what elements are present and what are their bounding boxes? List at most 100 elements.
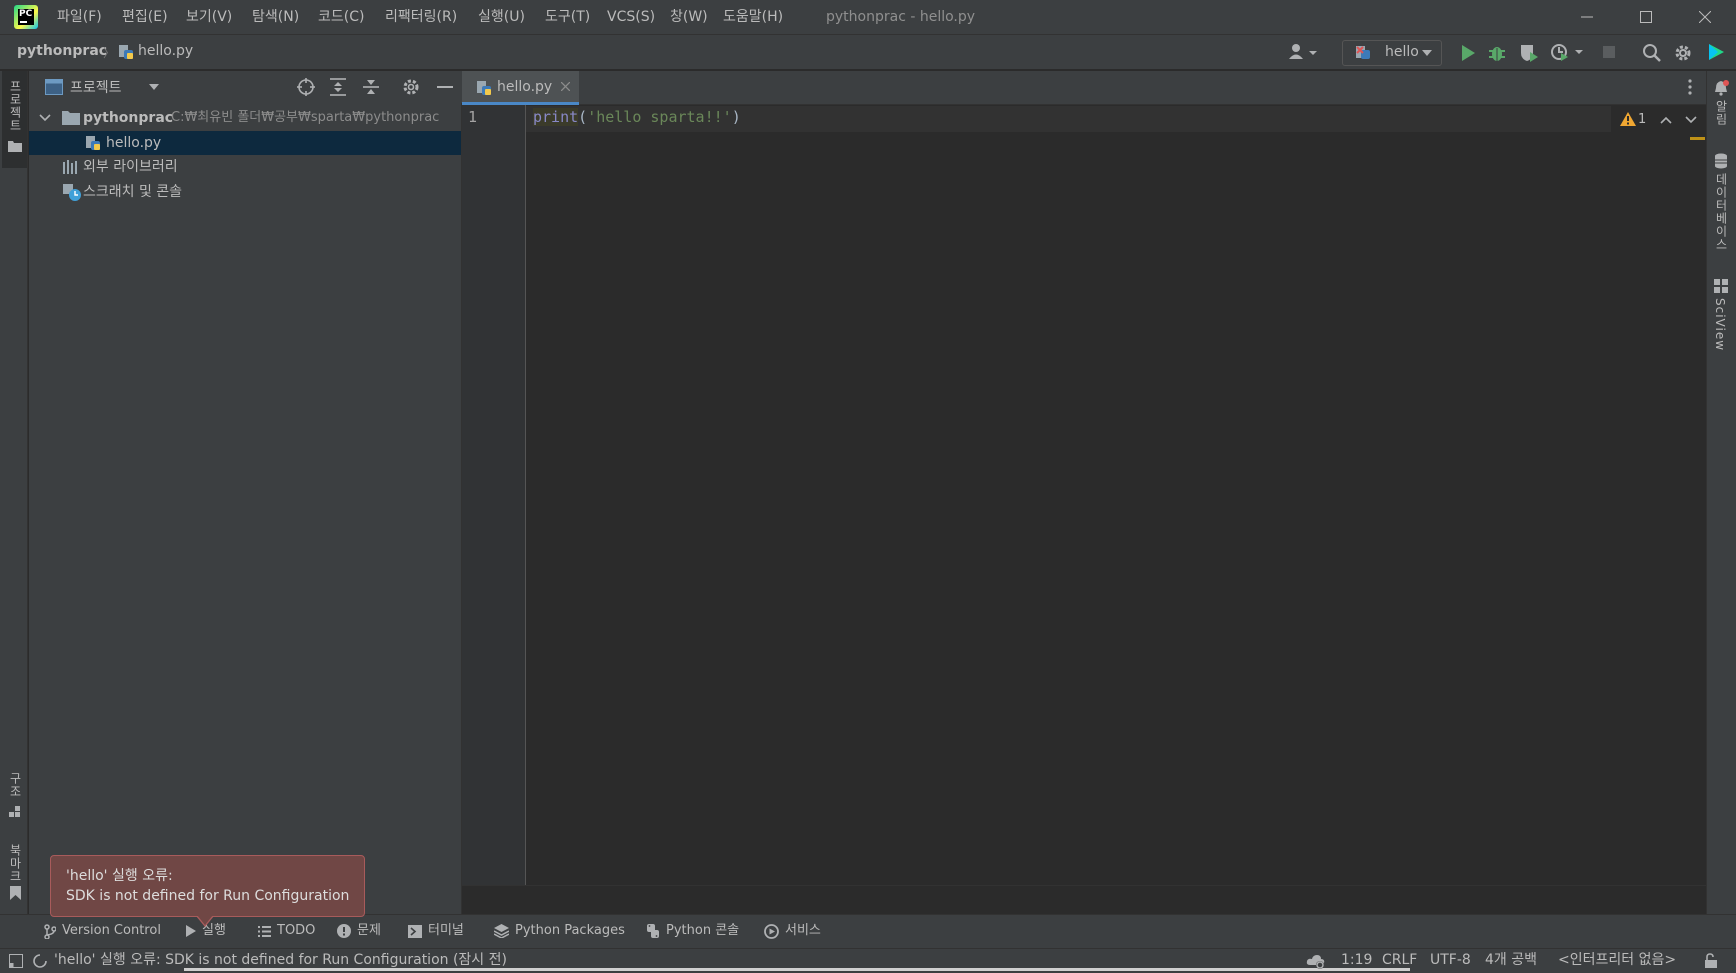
menu-run[interactable]: 실행(U) xyxy=(478,0,525,34)
menu-tools[interactable]: 도구(T) xyxy=(545,0,590,34)
tool-tab-python-packages[interactable]: Python Packages xyxy=(494,914,625,948)
tool-tab-terminal[interactable]: 터미널 xyxy=(408,914,464,948)
balloon-tail-fill xyxy=(197,915,213,925)
folder-icon xyxy=(62,110,80,125)
debug-icon[interactable] xyxy=(1488,43,1506,63)
close-icon[interactable] xyxy=(1677,0,1733,34)
settings-gear-icon[interactable] xyxy=(1673,43,1693,63)
todo-list-icon xyxy=(258,925,271,937)
more-options-icon[interactable] xyxy=(1688,79,1692,95)
tool-tab-label: 서비스 xyxy=(785,923,821,938)
window-title: pythonprac - hello.py xyxy=(826,9,976,25)
caret-position[interactable]: 1:19 xyxy=(1341,948,1372,973)
project-root-path: C:₩최유빈 폴더₩공부₩sparta₩pythonprac xyxy=(171,110,440,125)
profile-icon[interactable] xyxy=(1550,43,1586,63)
editor-gutter xyxy=(462,105,526,885)
breadcrumb-project[interactable]: pythonprac xyxy=(17,43,107,59)
python-file-icon xyxy=(85,135,101,151)
tool-tab-label: Python 콘솔 xyxy=(666,923,740,938)
file-encoding[interactable]: UTF-8 xyxy=(1430,948,1471,973)
menu-window[interactable]: 창(W) xyxy=(670,0,708,34)
line-number: 1 xyxy=(468,108,478,126)
tree-row-root[interactable]: pythonprac C:₩최유빈 폴더₩공부₩sparta₩pythonpra… xyxy=(29,106,461,130)
menu-vcs[interactable]: VCS(S) xyxy=(607,0,655,34)
jetbrains-toolbox-icon[interactable] xyxy=(1706,42,1726,62)
indent-setting[interactable]: 4개 공백 xyxy=(1485,948,1537,973)
menu-file[interactable]: 파일(F) xyxy=(57,0,102,34)
external-libraries-label: 외부 라이브러리 xyxy=(83,159,178,175)
user-account-icon[interactable] xyxy=(1288,42,1320,62)
breadcrumb-file[interactable]: hello.py xyxy=(138,43,193,59)
menu-refactor[interactable]: 리팩터링(R) xyxy=(385,0,457,34)
minimize-icon[interactable] xyxy=(1559,0,1615,34)
database-icon xyxy=(1714,153,1728,169)
menu-navigate[interactable]: 탐색(N) xyxy=(252,0,299,34)
bookmark-icon xyxy=(10,886,21,900)
coverage-icon[interactable] xyxy=(1519,43,1539,63)
stripe-structure-label[interactable]: 구조 xyxy=(7,772,24,798)
tool-tab-problems[interactable]: 문제 xyxy=(337,914,381,948)
tab-close-icon[interactable] xyxy=(561,82,570,91)
stripe-notifications-label[interactable]: 알림 xyxy=(1713,100,1730,126)
code-line[interactable]: print('hello sparta!!') xyxy=(533,108,741,126)
run-config-label: hello xyxy=(1385,44,1419,60)
tool-tab-todo[interactable]: TODO xyxy=(258,914,315,948)
panel-gear-icon[interactable] xyxy=(402,78,420,96)
warning-scroll-marker[interactable] xyxy=(1690,137,1705,140)
tool-tab-python-console[interactable]: Python 콘솔 xyxy=(646,914,739,948)
breadcrumb-separator-icon: 〉 xyxy=(103,46,116,60)
line-separator[interactable]: CRLF xyxy=(1382,948,1417,973)
maximize-icon[interactable] xyxy=(1618,0,1674,34)
python-interpreter[interactable]: <인터프리터 없음> xyxy=(1558,948,1676,973)
run-icon[interactable] xyxy=(1460,44,1476,62)
progress-bar xyxy=(184,968,1410,971)
lock-open-icon[interactable] xyxy=(1704,953,1718,968)
balloon-body: SDK is not defined for Run Configuration xyxy=(66,888,350,904)
run-config-error-icon xyxy=(1355,45,1373,61)
search-icon[interactable] xyxy=(1642,43,1662,63)
previous-highlight-icon[interactable] xyxy=(1660,116,1672,124)
sciview-icon xyxy=(1714,279,1728,293)
tab-label: hello.py xyxy=(497,79,553,95)
run-tab-icon xyxy=(186,925,196,937)
menu-help[interactable]: 도움말(H) xyxy=(723,0,783,34)
toggle-tool-windows-icon[interactable] xyxy=(9,954,23,968)
menu-view[interactable]: 보기(V) xyxy=(186,0,232,34)
balloon-title: 'hello' 실행 오류: xyxy=(66,868,173,884)
code-builtin: print xyxy=(533,108,579,126)
chevron-down-icon[interactable] xyxy=(149,84,159,90)
editor-bottom-area xyxy=(462,885,1706,915)
tree-row-hello-py[interactable]: hello.py xyxy=(29,131,461,155)
code-paren-close: ) xyxy=(731,108,741,126)
folder-icon xyxy=(8,140,22,152)
code-string: 'hello sparta!!' xyxy=(587,108,732,126)
menu-code[interactable]: 코드(C) xyxy=(318,0,364,34)
project-panel-title[interactable]: 프로젝트 xyxy=(70,77,122,97)
stripe-database-label[interactable]: 데이터베이스 xyxy=(1713,173,1730,251)
tree-row-external-libraries[interactable]: 외부 라이브러리 xyxy=(29,155,461,179)
notification-bell-icon[interactable] xyxy=(1713,80,1729,96)
stripe-bookmarks-label[interactable]: 북마크 xyxy=(7,844,24,883)
problems-info-icon xyxy=(337,924,351,938)
menu-edit[interactable]: 편집(E) xyxy=(122,0,168,34)
expand-all-icon[interactable] xyxy=(330,78,346,96)
tool-tab-version-control[interactable]: Version Control xyxy=(44,914,161,948)
python-file-icon xyxy=(476,80,492,96)
hide-panel-icon[interactable] xyxy=(437,86,453,88)
project-view-icon xyxy=(45,79,63,95)
locate-target-icon[interactable] xyxy=(297,78,315,96)
tree-row-scratches[interactable]: 스크래치 및 콘솔 xyxy=(29,180,461,204)
next-highlight-icon[interactable] xyxy=(1685,116,1697,124)
code-editor[interactable] xyxy=(526,105,1706,885)
chevron-down-icon[interactable] xyxy=(39,114,51,122)
warning-icon xyxy=(1620,112,1636,126)
cloud-sync-icon[interactable] xyxy=(1306,953,1326,969)
tool-tab-services[interactable]: 서비스 xyxy=(764,914,821,948)
stripe-sciview-label[interactable]: SciView xyxy=(1713,298,1727,351)
collapse-all-icon[interactable] xyxy=(363,78,379,96)
scratches-label: 스크래치 및 콘솔 xyxy=(83,184,183,200)
stripe-project-label: 프로젝트 xyxy=(8,80,22,132)
tool-tab-label: TODO xyxy=(277,923,316,938)
terminal-icon xyxy=(408,924,422,938)
pycharm-logo-icon[interactable]: PC xyxy=(14,5,38,29)
